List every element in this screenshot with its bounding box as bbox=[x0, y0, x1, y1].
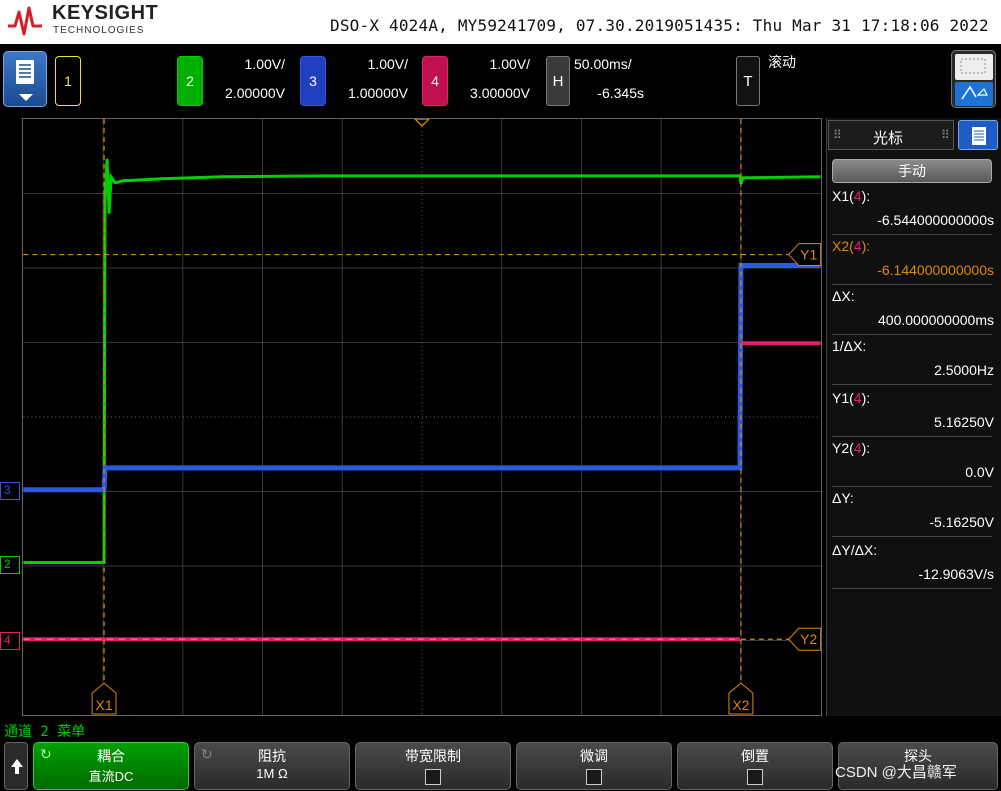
softkey-bw-limit-label: 带宽限制 bbox=[405, 748, 461, 764]
x1-source-label: X1(4): bbox=[832, 188, 871, 204]
brand-name: KEYSIGHT bbox=[52, 2, 159, 24]
device-info: DSO-X 4024A, MY59241709, 07.30.201905143… bbox=[330, 16, 989, 35]
cursor-panel-header[interactable]: ⠿ 光标 ⠿ bbox=[828, 120, 954, 150]
drag-grip-icon[interactable]: ⠿ bbox=[833, 128, 842, 142]
x1-label: X1 bbox=[96, 697, 113, 713]
delta-y-label: ΔY: bbox=[832, 490, 854, 506]
menu-title: 通道 2 菜单 bbox=[4, 724, 86, 740]
softkey-invert-label: 倒置 bbox=[741, 748, 769, 764]
waveform-display[interactable]: X1 X2 Y1 Y2 bbox=[22, 118, 822, 716]
y2-value: 0.0V bbox=[965, 464, 994, 480]
x1-value: -6.544000000000s bbox=[877, 212, 994, 228]
trigger-button[interactable]: T bbox=[736, 56, 760, 106]
trigger-mode: 滚动 bbox=[768, 54, 796, 70]
keysight-logo-icon bbox=[8, 6, 42, 36]
softkey-fine[interactable]: 微调 bbox=[516, 742, 672, 790]
brand-subtitle: TECHNOLOGIES bbox=[53, 25, 145, 36]
rotate-knob-icon: ↻ bbox=[40, 747, 52, 763]
arrow-up-icon bbox=[11, 759, 23, 774]
ch2-scale: 1.00V/ bbox=[244, 56, 285, 72]
ch3-ground-marker[interactable]: 3 bbox=[0, 482, 20, 500]
channel-3-button[interactable]: 3 bbox=[300, 56, 326, 106]
ch4-scale: 1.00V/ bbox=[489, 56, 530, 72]
ch2-offset: 2.00000V bbox=[225, 85, 285, 101]
ch4-offset: 3.00000V bbox=[470, 85, 530, 101]
x2-label: X2 bbox=[732, 697, 749, 713]
y2-label: Y2 bbox=[800, 631, 817, 647]
horizontal-button[interactable]: H bbox=[546, 56, 570, 106]
channel-2-button[interactable]: 2 bbox=[177, 56, 203, 106]
ch4-ground-marker[interactable]: 4 bbox=[0, 632, 20, 650]
softkey-impedance-label: 阻抗 bbox=[258, 748, 286, 764]
fine-checkbox[interactable] bbox=[586, 769, 602, 785]
delta-y-over-x-label: ΔY/ΔX: bbox=[832, 542, 878, 558]
ch3-offset: 1.00000V bbox=[348, 85, 408, 101]
ch3-scale: 1.00V/ bbox=[367, 56, 408, 72]
cursor-mode-button[interactable]: 手动 bbox=[832, 159, 992, 183]
panel-menu-button[interactable] bbox=[958, 120, 998, 150]
x2-source-label: X2(4): bbox=[832, 238, 871, 254]
softkey-impedance[interactable]: 阻抗 1M Ω ↻ bbox=[194, 742, 350, 790]
horizontal-position: -6.345s bbox=[597, 85, 644, 101]
softkey-coupling-label: 耦合 bbox=[97, 748, 125, 764]
inverse-delta-x-value: 2.5000Hz bbox=[934, 362, 994, 378]
touch-zoom-button[interactable] bbox=[951, 50, 996, 108]
drag-grip-icon[interactable]: ⠿ bbox=[941, 128, 950, 142]
softkey-fine-label: 微调 bbox=[580, 748, 608, 764]
delta-x-label: ΔX: bbox=[832, 288, 855, 304]
top-header: KEYSIGHT TECHNOLOGIES DSO-X 4024A, MY592… bbox=[0, 0, 1001, 44]
menu-icon bbox=[16, 60, 34, 101]
bw-limit-checkbox[interactable] bbox=[425, 769, 441, 785]
horizontal-scale: 50.00ms/ bbox=[574, 56, 632, 72]
channel-4-button[interactable]: 4 bbox=[422, 56, 448, 106]
softkey-impedance-value: 1M Ω bbox=[256, 766, 288, 781]
channel-1-button[interactable]: 1 bbox=[55, 56, 81, 106]
softkey-bw-limit[interactable]: 带宽限制 bbox=[355, 742, 511, 790]
watermark: CSDN @大昌赣军 bbox=[835, 764, 957, 781]
x2-value: -6.144000000000s bbox=[877, 262, 994, 278]
y1-value: 5.16250V bbox=[934, 414, 994, 430]
menu-up-button[interactable] bbox=[4, 742, 28, 790]
menu-icon bbox=[972, 127, 986, 145]
ch2-ground-marker[interactable]: 2 bbox=[0, 556, 20, 574]
softkey-coupling[interactable]: 耦合 直流DC ↻ bbox=[33, 742, 189, 790]
delta-y-over-x-value: -12.9063V/s bbox=[918, 566, 995, 582]
y1-label: Y1 bbox=[800, 247, 817, 263]
touch-zoom-icon bbox=[955, 54, 993, 106]
inverse-delta-x-label: 1/ΔX: bbox=[832, 338, 867, 354]
y1-source-label: Y1(4): bbox=[832, 390, 871, 406]
y2-source-label: Y2(4): bbox=[832, 440, 871, 456]
softkey-invert[interactable]: 倒置 bbox=[677, 742, 833, 790]
rotate-knob-icon: ↻ bbox=[201, 747, 213, 763]
softkey-coupling-value: 直流DC bbox=[88, 769, 134, 784]
delta-x-value: 400.000000000ms bbox=[878, 312, 994, 328]
cursor-panel-title: 光标 bbox=[873, 130, 904, 147]
delta-y-value: -5.16250V bbox=[929, 514, 994, 530]
invert-checkbox[interactable] bbox=[747, 769, 763, 785]
main-menu-button[interactable] bbox=[3, 51, 47, 107]
